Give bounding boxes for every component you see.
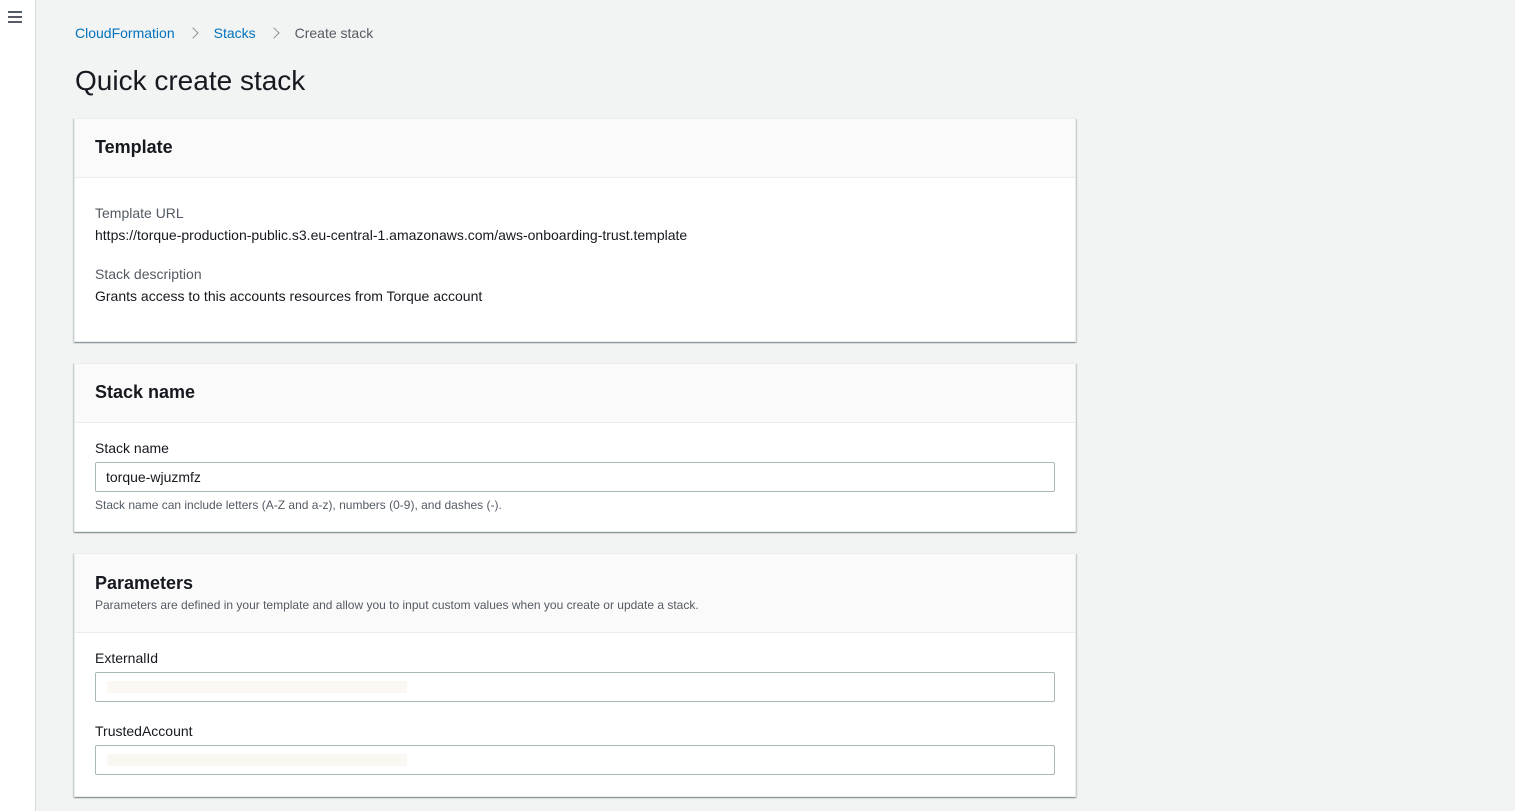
stack-name-input[interactable]: [95, 462, 1055, 492]
trusted-account-field: [95, 745, 1055, 775]
stack-name-panel-body: Stack name Stack name can include letter…: [75, 423, 1075, 512]
stack-name-panel-title: Stack name: [95, 382, 196, 402]
template-panel-header: Template: [75, 119, 1075, 178]
parameters-panel-header: Parameters Parameters are defined in you…: [75, 554, 1075, 633]
breadcrumb-current: Create stack: [294, 25, 374, 41]
trusted-account-label: TrustedAccount: [95, 723, 193, 739]
stack-name-panel: Stack name Stack name Stack name can inc…: [74, 363, 1076, 532]
parameters-panel-title: Parameters: [95, 573, 194, 593]
template-panel: Template Template URL https://torque-pro…: [74, 118, 1076, 342]
chevron-right-icon: [186, 27, 199, 39]
stack-name-label: Stack name: [95, 440, 169, 456]
template-url-label: Template URL: [95, 205, 184, 221]
parameters-panel: Parameters Parameters are defined in you…: [74, 553, 1076, 797]
stack-name-hint: Stack name can include letters (A-Z and …: [95, 498, 502, 512]
template-panel-body: Template URL https://torque-production-p…: [75, 178, 1075, 304]
external-id-label: ExternalId: [95, 650, 159, 666]
template-url-value: https://torque-production-public.s3.eu-c…: [95, 227, 688, 243]
hamburger-menu-icon[interactable]: [8, 11, 22, 23]
breadcrumb-stacks-link[interactable]: Stacks: [214, 25, 256, 41]
stack-description-label: Stack description: [95, 266, 202, 282]
trusted-account-input[interactable]: [95, 745, 1055, 775]
external-id-field: [95, 672, 1055, 702]
chevron-right-icon: [267, 27, 280, 39]
breadcrumb-cloudformation-link[interactable]: CloudFormation: [75, 25, 175, 41]
navigation-rail: [0, 0, 36, 811]
parameters-panel-description: Parameters are defined in your template …: [95, 598, 699, 612]
stack-description-value: Grants access to this accounts resources…: [95, 288, 483, 304]
parameters-panel-body: ExternalId TrustedAccount: [75, 633, 1075, 775]
breadcrumb: CloudFormation Stacks Create stack: [75, 23, 373, 43]
stack-name-panel-header: Stack name: [75, 364, 1075, 423]
page-title: Quick create stack: [75, 65, 306, 96]
template-panel-title: Template: [95, 137, 173, 157]
external-id-input[interactable]: [95, 672, 1055, 702]
